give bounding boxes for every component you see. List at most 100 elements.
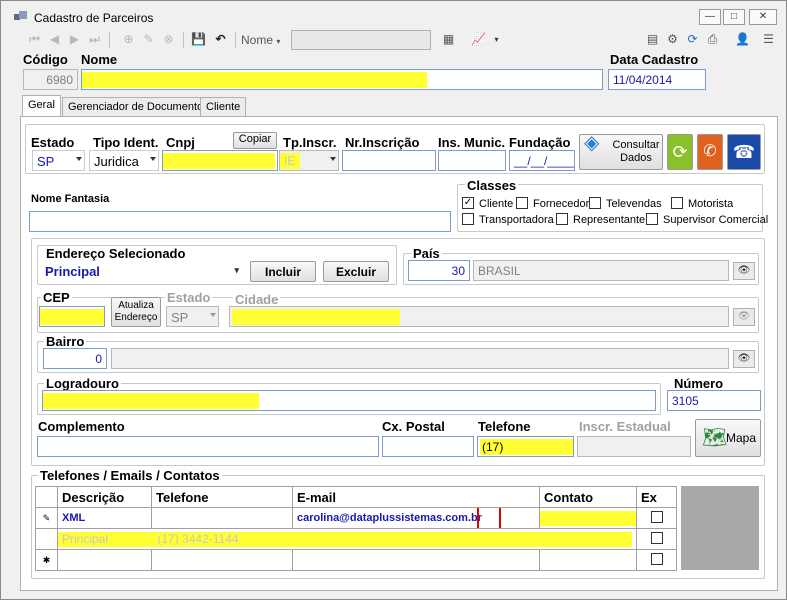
contato-cell[interactable]: [539, 549, 637, 571]
title-bar: Cadastro de Parceiros — □ ✕: [1, 1, 786, 28]
table-row[interactable]: Principal (17) 3442-1144: [35, 528, 677, 550]
transportadora-checkbox[interactable]: [462, 213, 474, 225]
row-header-corner: [35, 486, 58, 508]
telefone-cell[interactable]: [151, 549, 293, 571]
representante-checkbox[interactable]: [556, 213, 568, 225]
atualiza-endereco-button[interactable]: Atualiza Endereço: [111, 297, 161, 327]
pais-search-icon[interactable]: 👁: [733, 262, 755, 280]
close-button[interactable]: ✕: [749, 9, 777, 25]
nome-label: Nome: [81, 52, 118, 67]
menu-icon[interactable]: ☰: [761, 32, 776, 47]
cx-postal-field[interactable]: [382, 436, 474, 457]
estado-select[interactable]: SP: [32, 150, 85, 171]
fundacao-field[interactable]: __/__/____: [509, 150, 575, 171]
next-record-icon[interactable]: ▶: [67, 32, 82, 47]
tab-geral[interactable]: Geral: [22, 95, 61, 117]
ex-cell[interactable]: [636, 528, 677, 550]
pais-label: País: [411, 246, 442, 261]
minimize-button[interactable]: —: [699, 9, 721, 25]
ex-checkbox[interactable]: [650, 552, 663, 565]
delete-icon[interactable]: ⊗: [161, 32, 176, 47]
toolbar: ⏮ ◀ ▶ ⏭ ⊕ ✎ ⊗ 💾 ↶ Nome ▾ ▦ 📈 ▾ ▤ ⚙ ⟳ ⎙ 👤…: [19, 29, 784, 51]
ex-checkbox[interactable]: [650, 510, 663, 523]
contato-cell[interactable]: [539, 507, 637, 529]
mapa-button[interactable]: 🗺 Mapa: [695, 419, 761, 457]
phone-book-icon[interactable]: ✆: [697, 134, 723, 170]
ex-cell[interactable]: [636, 507, 677, 529]
numero-field[interactable]: 3105: [667, 390, 761, 411]
descricao-cell[interactable]: [57, 549, 152, 571]
user-icon[interactable]: 👤: [735, 32, 750, 47]
chart-icon[interactable]: 📈: [471, 32, 486, 47]
endereco-selecionado-select[interactable]: Principal ▾: [45, 263, 241, 281]
search-input[interactable]: [291, 30, 431, 50]
tab-cliente[interactable]: Cliente: [200, 97, 247, 117]
column-header-telefone[interactable]: Telefone: [151, 486, 293, 508]
refresh-icon[interactable]: ⟳: [685, 32, 700, 47]
chevron-down-icon[interactable]: ▾: [489, 32, 504, 47]
settings-icon[interactable]: ⚙: [665, 32, 680, 47]
cliente-checkbox[interactable]: ✓: [462, 197, 474, 209]
incluir-button[interactable]: Incluir: [250, 261, 316, 282]
televendas-checkbox[interactable]: [589, 197, 601, 209]
telefone-field[interactable]: (17): [477, 436, 574, 457]
bairro-code-field[interactable]: 0: [43, 348, 107, 369]
cidade-search-icon[interactable]: 👁: [733, 308, 755, 326]
telefone-cell[interactable]: [151, 507, 293, 529]
cnpj-label: Cnpj: [166, 135, 195, 150]
pais-code-field[interactable]: 30: [408, 260, 470, 281]
email-cell[interactable]: [292, 549, 540, 571]
previous-record-icon[interactable]: ◀: [47, 32, 62, 47]
refresh-data-icon[interactable]: ⟳: [667, 134, 693, 170]
ins-munic-field[interactable]: [438, 150, 506, 171]
copiar-button[interactable]: Copiar: [233, 132, 277, 149]
nome-fantasia-field[interactable]: [29, 211, 451, 232]
logradouro-field[interactable]: [42, 390, 656, 411]
nome-field[interactable]: [81, 69, 603, 90]
tab-gerenciador-documentos[interactable]: Gerenciador de Documentos: [62, 97, 215, 117]
edit-icon[interactable]: ✎: [141, 32, 156, 47]
window-list-icon[interactable]: ▤: [645, 32, 660, 47]
column-header-email[interactable]: E-mail: [292, 486, 540, 508]
fornecedor-checkbox[interactable]: [516, 197, 528, 209]
cnpj-field[interactable]: [162, 150, 278, 171]
dados-label: Dados: [620, 152, 652, 164]
tp-inscr-select[interactable]: IE: [279, 150, 339, 171]
table-row[interactable]: ✱: [35, 549, 677, 571]
principal-row-cells[interactable]: Principal (17) 3442-1144: [57, 528, 637, 550]
classes-label: Classes: [465, 178, 519, 193]
motorista-checkbox[interactable]: [671, 197, 683, 209]
save-icon[interactable]: 💾: [191, 32, 206, 47]
email-cell[interactable]: carolina@dataplussistemas.com.br: [292, 507, 540, 529]
tipo-ident-select[interactable]: Juridica: [89, 150, 159, 171]
first-record-icon[interactable]: ⏮: [27, 32, 42, 47]
table-row[interactable]: ✎ XML carolina@dataplussistemas.com.br: [35, 507, 677, 529]
chevron-down-icon: [150, 157, 156, 161]
cep-field[interactable]: [39, 306, 105, 327]
sort-field-dropdown[interactable]: Nome ▾: [241, 31, 287, 49]
supervisor-comercial-checkbox[interactable]: [646, 213, 658, 225]
column-header-ex[interactable]: Ex: [636, 486, 677, 508]
ex-checkbox[interactable]: [650, 531, 663, 544]
complemento-field[interactable]: [37, 436, 379, 457]
sort-field-label: Nome: [241, 33, 274, 47]
column-header-descricao[interactable]: Descrição: [57, 486, 152, 508]
descricao-cell[interactable]: XML: [57, 507, 152, 529]
data-cadastro-field[interactable]: 11/04/2014: [608, 69, 706, 90]
ex-cell[interactable]: [636, 549, 677, 571]
cx-postal-label: Cx. Postal: [382, 419, 445, 434]
maximize-button[interactable]: □: [723, 9, 745, 25]
nr-inscricao-field[interactable]: [342, 150, 436, 171]
print-icon[interactable]: ⎙: [705, 32, 720, 47]
column-header-contato[interactable]: Contato: [539, 486, 637, 508]
last-record-icon[interactable]: ⏭: [87, 32, 102, 47]
bairro-search-icon[interactable]: 👁: [733, 350, 755, 368]
undo-icon[interactable]: ↶: [213, 32, 228, 47]
telephone-icon[interactable]: ☎: [727, 134, 761, 170]
window-title: Cadastro de Parceiros: [34, 11, 154, 25]
grid-view-icon[interactable]: ▦: [441, 32, 456, 47]
excluir-button[interactable]: Excluir: [323, 261, 389, 282]
add-icon[interactable]: ⊕: [121, 32, 136, 47]
descricao-value: Principal: [62, 532, 109, 546]
consultar-dados-button[interactable]: ◈ Consultar Dados: [579, 133, 663, 170]
